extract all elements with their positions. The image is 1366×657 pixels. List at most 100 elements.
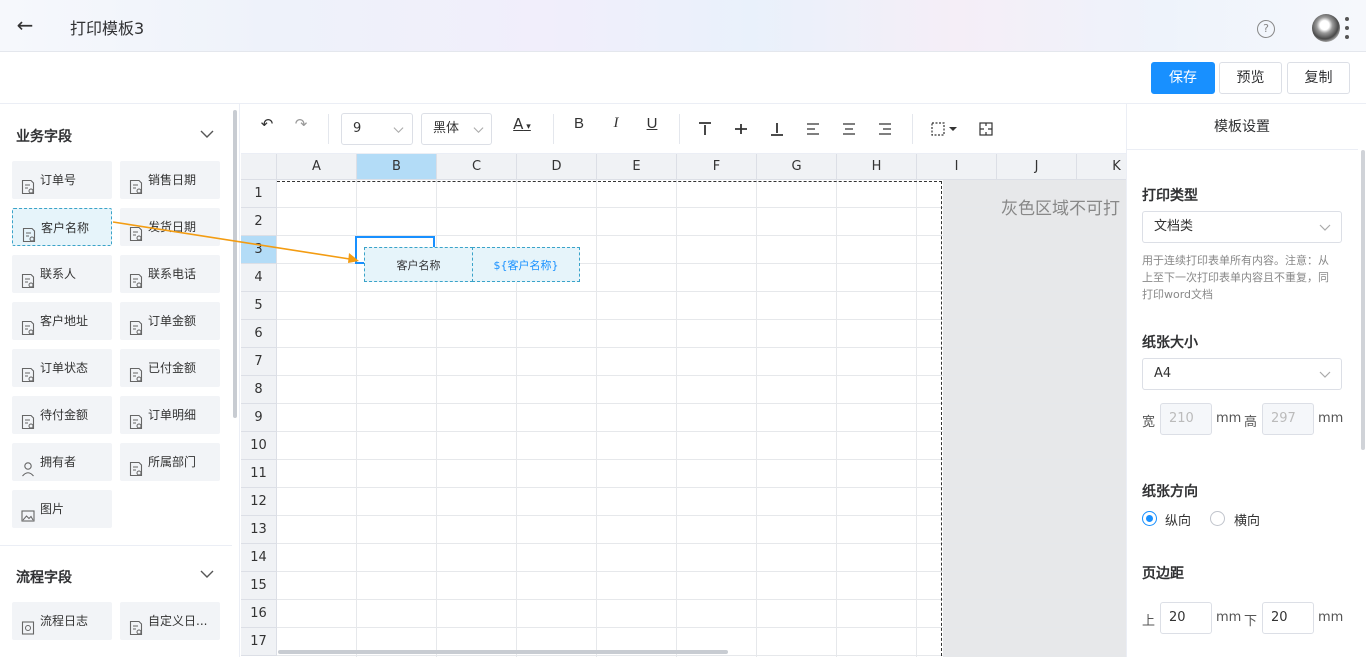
margin-top-input[interactable]: 20: [1160, 602, 1212, 634]
field-icon: [129, 219, 143, 242]
align-middle-icon[interactable]: [733, 121, 749, 137]
print-type-select[interactable]: 文档类: [1142, 211, 1342, 243]
row-header[interactable]: 5: [241, 292, 277, 320]
landscape-radio[interactable]: [1210, 511, 1225, 526]
border-icon[interactable]: [930, 121, 958, 137]
redo-icon[interactable]: ↷: [292, 115, 310, 133]
margin-bottom-input[interactable]: 20: [1262, 602, 1314, 634]
paper-size-select[interactable]: A4: [1142, 358, 1342, 390]
right-scrollbar[interactable]: [1361, 150, 1365, 450]
undo-icon[interactable]: ↶: [258, 115, 276, 133]
row-header[interactable]: 10: [241, 432, 277, 460]
column-header[interactable]: D: [517, 154, 597, 180]
column-header[interactable]: G: [757, 154, 837, 180]
column-header[interactable]: K: [1077, 154, 1126, 180]
avatar[interactable]: [1312, 14, 1340, 42]
field-item[interactable]: 自定义日...: [120, 602, 220, 640]
field-item[interactable]: 联系电话: [120, 255, 220, 293]
margin-bottom-unit: mm: [1318, 610, 1344, 625]
field-item[interactable]: 拥有者: [12, 443, 112, 481]
row-header[interactable]: 15: [241, 572, 277, 600]
align-top-icon[interactable]: [697, 121, 713, 137]
align-center-icon[interactable]: [841, 121, 857, 137]
field-icon: [129, 407, 143, 430]
column-header[interactable]: H: [837, 154, 917, 180]
arrow-left-icon[interactable]: ←: [14, 14, 36, 36]
field-item-label: 流程日志: [40, 614, 89, 628]
row-header[interactable]: 2: [241, 208, 277, 236]
field-item[interactable]: 订单金额: [120, 302, 220, 340]
italic-icon[interactable]: I: [608, 115, 624, 132]
field-item[interactable]: 订单明细: [120, 396, 220, 434]
row-header[interactable]: 13: [241, 516, 277, 544]
dropped-value-cell[interactable]: ${客户名称}: [472, 247, 580, 282]
dropped-label-cell[interactable]: 客户名称: [364, 247, 473, 282]
column-header[interactable]: B: [357, 154, 437, 180]
align-bottom-icon[interactable]: [769, 121, 785, 137]
row-header[interactable]: 9: [241, 404, 277, 432]
underline-icon[interactable]: U: [644, 115, 660, 132]
field-item[interactable]: 客户地址: [12, 302, 112, 340]
row-header[interactable]: 6: [241, 320, 277, 348]
chevron-down-icon[interactable]: [200, 127, 214, 141]
row-header[interactable]: 4: [241, 264, 277, 292]
field-icon: [21, 313, 35, 336]
left-scrollbar[interactable]: [233, 110, 237, 418]
save-button[interactable]: 保存: [1151, 62, 1215, 94]
field-item-label: 销售日期: [148, 173, 197, 187]
row-header[interactable]: 12: [241, 488, 277, 516]
preview-button[interactable]: 预览: [1219, 62, 1282, 94]
more-icon[interactable]: [1345, 17, 1349, 39]
font-size-select[interactable]: 9: [341, 113, 413, 145]
row-header[interactable]: 3: [241, 236, 277, 264]
spreadsheet[interactable]: A B C D E F G H I J K 1 2 3 4 5 6 7 8 9 10 11 12 13 14 15 16 17 灰色区…: [241, 154, 1126, 657]
row-header[interactable]: 11: [241, 460, 277, 488]
field-icon: [21, 172, 35, 195]
column-header[interactable]: J: [997, 154, 1077, 180]
chevron-down-icon[interactable]: [200, 567, 214, 581]
align-left-icon[interactable]: [805, 121, 821, 137]
row-header[interactable]: 1: [241, 180, 277, 208]
row-header[interactable]: 8: [241, 376, 277, 404]
font-color-label: A: [513, 115, 524, 133]
orientation-label: 纸张方向: [1142, 484, 1198, 500]
bold-icon[interactable]: B: [571, 115, 587, 132]
portrait-radio[interactable]: [1142, 511, 1157, 526]
field-item[interactable]: 待付金额: [12, 396, 112, 434]
field-item[interactable]: 客户名称: [12, 208, 112, 246]
column-header[interactable]: A: [277, 154, 357, 180]
margin-bottom-label: 下: [1244, 614, 1258, 629]
width-input[interactable]: 210: [1160, 403, 1212, 435]
column-header[interactable]: F: [677, 154, 757, 180]
font-family-select[interactable]: 黑体: [421, 113, 492, 145]
row-header[interactable]: 7: [241, 348, 277, 376]
row-header[interactable]: 14: [241, 544, 277, 572]
field-item[interactable]: 流程日志: [12, 602, 112, 640]
merge-cells-icon[interactable]: [978, 121, 994, 137]
field-item[interactable]: 已付金额: [120, 349, 220, 387]
column-header[interactable]: I: [917, 154, 997, 180]
font-color-icon[interactable]: A ▾: [509, 115, 535, 133]
field-item[interactable]: 订单号: [12, 161, 112, 199]
field-item[interactable]: 销售日期: [120, 161, 220, 199]
paper-size-label: 纸张大小: [1142, 335, 1198, 351]
landscape-label[interactable]: 横向: [1234, 510, 1260, 529]
field-item[interactable]: 发货日期: [120, 208, 220, 246]
field-item[interactable]: 所属部门: [120, 443, 220, 481]
field-item[interactable]: 图片: [12, 490, 112, 528]
copy-button[interactable]: 复制: [1287, 62, 1350, 94]
column-header[interactable]: C: [437, 154, 517, 180]
grid-line: [1076, 180, 1077, 657]
field-item[interactable]: 订单状态: [12, 349, 112, 387]
column-header[interactable]: E: [597, 154, 677, 180]
portrait-label[interactable]: 纵向: [1165, 510, 1191, 529]
align-right-icon[interactable]: [877, 121, 893, 137]
question-icon[interactable]: ?: [1257, 20, 1275, 38]
horizontal-scrollbar[interactable]: [278, 650, 728, 654]
height-input[interactable]: 297: [1262, 403, 1314, 435]
row-header[interactable]: 17: [241, 628, 277, 656]
field-item[interactable]: 联系人: [12, 255, 112, 293]
field-icon: [129, 454, 143, 477]
toolbar-divider: [912, 114, 913, 144]
row-header[interactable]: 16: [241, 600, 277, 628]
